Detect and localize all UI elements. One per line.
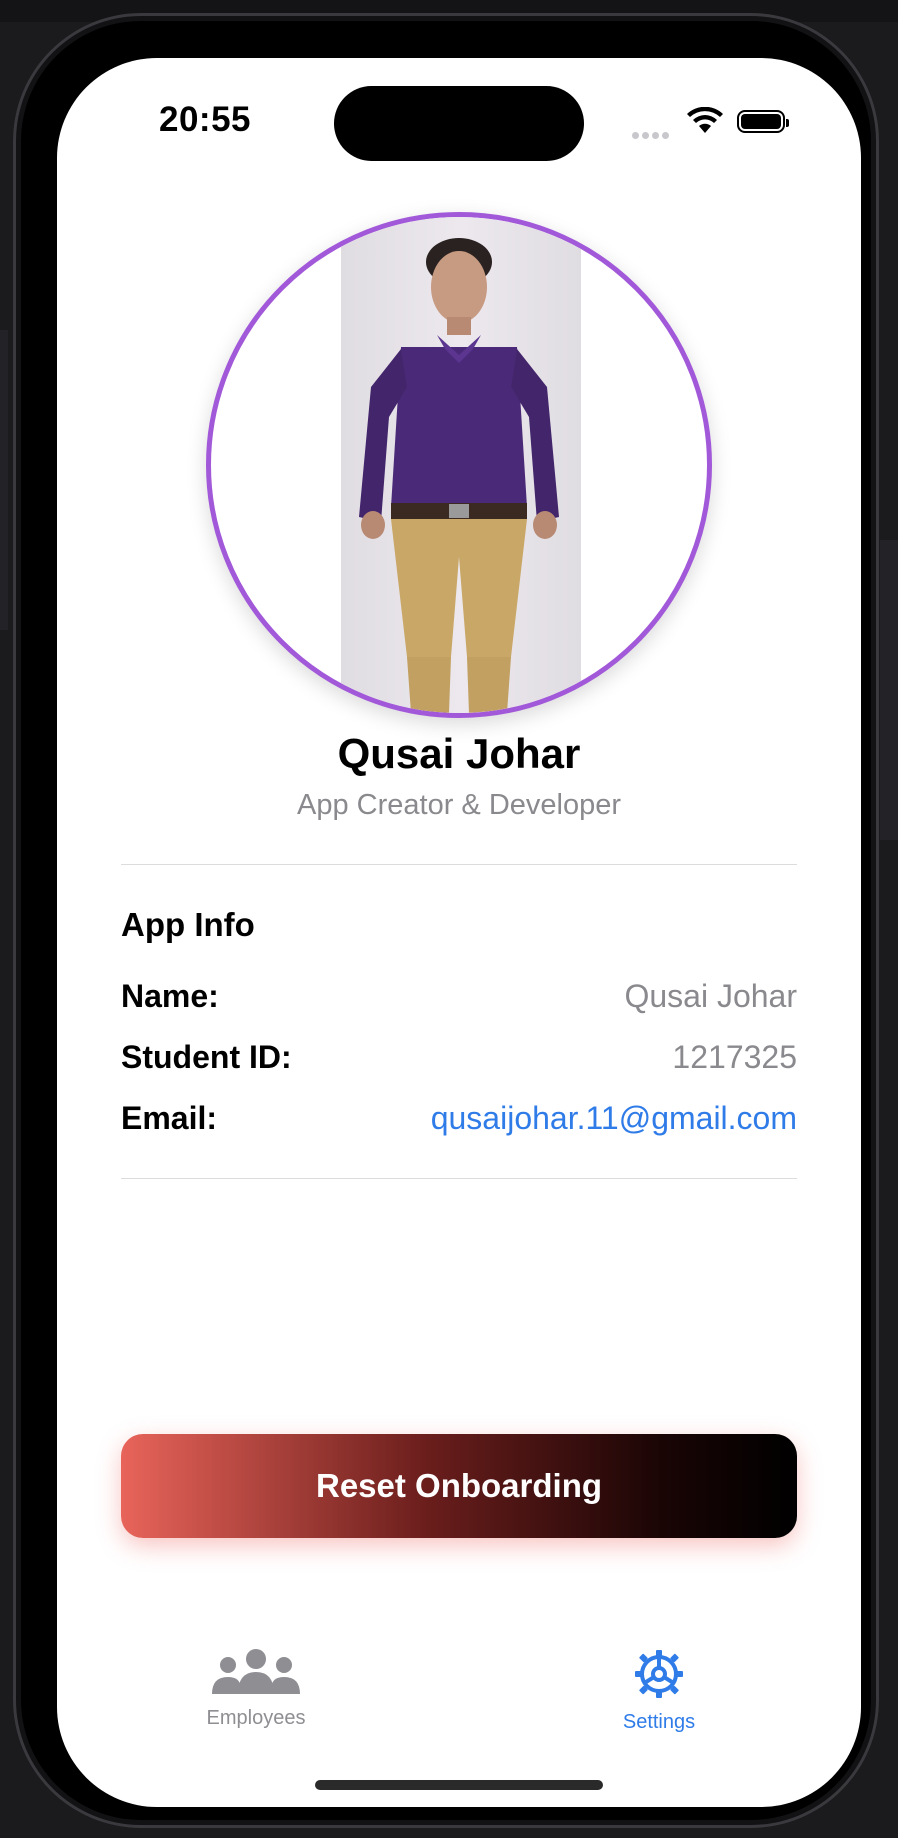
name-value: Qusai Johar xyxy=(624,978,797,1014)
tab-employees-label: Employees xyxy=(206,1707,306,1729)
name-label: Name: xyxy=(121,978,219,1014)
battery-icon xyxy=(737,110,789,133)
divider-bottom xyxy=(121,1178,797,1179)
profile-photo xyxy=(359,238,559,713)
profile-role: App Creator & Developer xyxy=(297,789,621,821)
dynamic-island xyxy=(334,86,584,161)
desktop-left-edge xyxy=(0,330,8,630)
email-link[interactable]: qusaijohar.11@gmail.com xyxy=(431,1100,797,1137)
student-id-value: 1217325 xyxy=(672,1039,797,1075)
profile-avatar xyxy=(206,212,712,718)
info-row-student-id: Student ID: 1217325 xyxy=(121,1039,797,1079)
tab-settings[interactable]: Settings xyxy=(569,1648,749,1734)
student-id-label: Student ID: xyxy=(121,1039,292,1075)
info-row-email: Email: qusaijohar.11@gmail.com xyxy=(121,1100,797,1140)
wifi-icon xyxy=(687,107,723,133)
status-time: 20:55 xyxy=(159,100,252,139)
gear-icon xyxy=(635,1650,683,1698)
tab-employees[interactable]: Employees xyxy=(166,1648,346,1730)
desktop-right-edge xyxy=(880,540,898,840)
profile-name: Qusai Johar xyxy=(337,730,581,777)
divider-top xyxy=(121,864,797,865)
home-indicator[interactable] xyxy=(315,1780,603,1790)
tab-settings-label: Settings xyxy=(622,1711,696,1733)
app-info-title: App Info xyxy=(121,906,255,943)
app-screen: 20:55 Qusai Johar App Creator & Develope… xyxy=(57,58,861,1807)
people-icon xyxy=(212,1649,300,1694)
reset-onboarding-button[interactable]: Reset Onboarding xyxy=(121,1434,797,1538)
phone-frame: 20:55 Qusai Johar App Creator & Develope… xyxy=(13,13,879,1828)
info-row-name: Name: Qusai Johar xyxy=(121,978,797,1018)
email-label: Email: xyxy=(121,1100,218,1136)
cellular-signal-icon xyxy=(632,126,672,144)
